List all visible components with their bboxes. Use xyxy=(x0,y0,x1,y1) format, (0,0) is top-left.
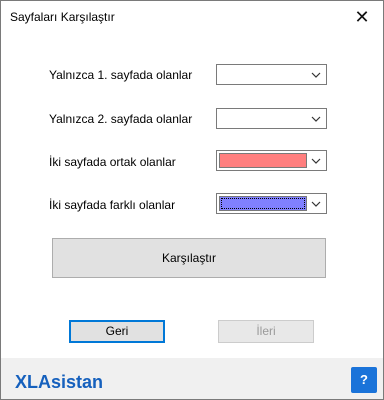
only-sheet2-color-select[interactable] xyxy=(216,108,327,129)
chevron-down-icon xyxy=(309,111,323,126)
chevron-down-icon xyxy=(309,196,323,211)
only-sheet2-label: Yalnızca 2. sayfada olanlar xyxy=(49,112,193,126)
different-color-select[interactable] xyxy=(216,193,327,214)
only-sheet1-label: Yalnızca 1. sayfada olanlar xyxy=(49,68,193,82)
only-sheet1-color-select[interactable] xyxy=(216,64,327,85)
help-icon[interactable]: ? xyxy=(351,367,377,393)
close-icon[interactable]: ✕ xyxy=(347,3,377,31)
common-label: İki sayfada ortak olanlar xyxy=(49,155,176,169)
compare-button[interactable]: Karşılaştır xyxy=(52,238,326,278)
back-button[interactable]: Geri xyxy=(69,320,165,343)
common-color-select[interactable] xyxy=(216,150,327,171)
common-color-swatch xyxy=(219,153,307,168)
title-bar: Sayfaları Karşılaştır ✕ xyxy=(1,1,383,35)
footer: XLAsistan ? xyxy=(1,358,383,399)
chevron-down-icon xyxy=(309,67,323,82)
different-color-swatch xyxy=(219,196,307,211)
chevron-down-icon xyxy=(309,153,323,168)
compare-sheets-dialog: Sayfaları Karşılaştır ✕ Yalnızca 1. sayf… xyxy=(0,0,384,400)
brand-logo: XLAsistan xyxy=(15,372,104,392)
window-title: Sayfaları Karşılaştır xyxy=(10,10,115,24)
different-label: İki sayfada farklı olanlar xyxy=(49,198,176,212)
next-button[interactable]: İleri xyxy=(218,320,314,343)
